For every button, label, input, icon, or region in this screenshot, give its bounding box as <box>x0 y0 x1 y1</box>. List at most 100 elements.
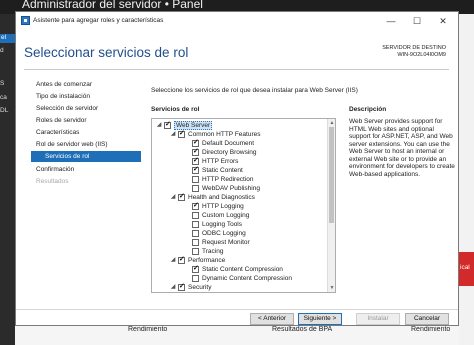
role-service-label: ODBC Logging <box>202 230 246 237</box>
role-service-checkbox[interactable] <box>192 230 199 237</box>
role-service-checkbox[interactable] <box>178 193 185 201</box>
server-manager-right-pane <box>459 14 474 345</box>
tree-row[interactable]: HTTP Errors <box>152 157 327 166</box>
tree-row[interactable]: Default Document <box>152 139 327 148</box>
role-service-label: Request Monitor <box>202 239 250 246</box>
tree-row[interactable]: Request Monitor <box>152 238 327 247</box>
role-services-tree[interactable]: ▲ ▼ ◢Web Server◢Common HTTP FeaturesDefa… <box>151 118 336 293</box>
nav-item-role-services[interactable]: Servicios de rol <box>31 151 141 162</box>
tree-row[interactable]: ◢ Web Server <box>152 121 327 130</box>
role-service-checkbox[interactable] <box>192 212 199 219</box>
tree-row[interactable]: WebDAV Publishing <box>152 184 327 193</box>
tree-row[interactable]: Tracing <box>152 247 327 256</box>
tile-performance-1[interactable]: Rendimiento <box>128 326 167 333</box>
role-service-label: HTTP Logging <box>202 203 244 210</box>
tile-bpa-results[interactable]: Resultados de BPA <box>272 326 332 333</box>
role-service-checkbox[interactable] <box>192 148 199 156</box>
role-service-checkbox[interactable] <box>178 283 185 291</box>
tree-row[interactable]: Static Content Compression <box>152 265 327 274</box>
nav-item-results: Resultados <box>36 178 69 185</box>
tree-row[interactable]: ODBC Logging <box>152 229 327 238</box>
role-service-checkbox[interactable] <box>192 275 199 282</box>
expand-arrow-icon[interactable]: ◢ <box>169 193 177 202</box>
next-button[interactable]: Siguiente > <box>298 313 342 325</box>
nav-item-installation-type[interactable]: Tipo de instalación <box>31 91 141 102</box>
role-service-checkbox[interactable] <box>192 239 199 246</box>
tree-row[interactable]: Custom Logging <box>152 211 327 220</box>
scroll-down-icon[interactable]: ▼ <box>328 284 335 292</box>
server-manager-sidebar: el d S ca DL <box>0 14 15 345</box>
close-icon[interactable]: ✕ <box>432 14 454 28</box>
destination-server: SERVIDOR DE DESTINO WIN-9O2L04I0OM9 <box>356 45 446 59</box>
role-service-label: Custom Logging <box>202 212 250 219</box>
tile-performance-2[interactable]: Rendimiento <box>411 326 450 333</box>
role-service-checkbox[interactable] <box>192 202 199 210</box>
wizard-title: Asistente para agregar roles y caracterí… <box>33 17 164 24</box>
tree-scrollbar[interactable]: ▲ ▼ <box>327 119 335 292</box>
role-service-label: Security <box>188 284 212 291</box>
expand-arrow-icon[interactable]: ◢ <box>169 130 177 139</box>
tree-row[interactable]: Directory Browsing <box>152 148 327 157</box>
nav-item-confirmation[interactable]: Confirmación <box>31 164 141 175</box>
cancel-button[interactable]: Cancelar <box>405 313 449 325</box>
intro-text: Seleccione los servicios de rol que dese… <box>151 87 358 94</box>
role-service-checkbox[interactable] <box>192 176 199 183</box>
role-service-checkbox[interactable] <box>164 121 171 129</box>
role-service-checkbox[interactable] <box>192 248 199 255</box>
role-service-label: Common HTTP Features <box>188 131 261 138</box>
description-text: Web Server provides support for HTML Web… <box>349 118 455 178</box>
sidebar-item-s[interactable]: S <box>0 80 4 87</box>
expand-arrow-icon[interactable]: ◢ <box>155 121 163 130</box>
previous-button[interactable]: < Anterior <box>250 313 294 325</box>
role-service-label: Logging Tools <box>202 221 242 228</box>
nav-item-web-server-role[interactable]: Rol de servidor web (IIS) <box>31 139 141 150</box>
nav-item-features[interactable]: Características <box>31 127 141 138</box>
scroll-up-icon[interactable]: ▲ <box>328 119 335 127</box>
tree-row[interactable]: ◢ Performance <box>152 256 327 265</box>
role-service-checkbox[interactable] <box>192 265 199 273</box>
role-service-label: Default Document <box>202 140 255 147</box>
nav-item-server-selection[interactable]: Selección de servidor <box>31 103 141 114</box>
wizard-app-icon <box>21 16 30 25</box>
expand-arrow-icon[interactable]: ◢ <box>169 283 177 292</box>
add-roles-wizard: Asistente para agregar roles y caracterí… <box>15 11 459 326</box>
critical-badge: ical <box>459 252 474 286</box>
role-service-label: Web Server <box>174 121 213 130</box>
tree-row[interactable]: ◢ Security <box>152 283 327 292</box>
nav-item-server-roles[interactable]: Roles de servidor <box>31 115 141 126</box>
server-manager-title: Administrador del servidor • Panel <box>22 0 203 11</box>
role-service-label: WebDAV Publishing <box>202 185 260 192</box>
role-service-checkbox[interactable] <box>178 256 185 264</box>
role-service-label: Dynamic Content Compression <box>202 275 292 282</box>
role-service-label: Tracing <box>202 248 224 255</box>
role-service-checkbox[interactable] <box>192 139 199 147</box>
expand-arrow-icon[interactable]: ◢ <box>169 256 177 265</box>
role-service-checkbox[interactable] <box>192 166 199 174</box>
scroll-thumb[interactable] <box>329 127 334 223</box>
tree-row[interactable]: Logging Tools <box>152 220 327 229</box>
role-service-checkbox[interactable] <box>192 185 199 192</box>
role-service-checkbox[interactable] <box>192 221 199 228</box>
tree-row[interactable]: Dynamic Content Compression <box>152 274 327 283</box>
nav-item-before-you-begin[interactable]: Antes de comenzar <box>31 79 141 90</box>
sidebar-item-dl[interactable]: DL <box>0 107 8 114</box>
tree-row[interactable]: Static Content <box>152 166 327 175</box>
destination-server-name: WIN-9O2L04I0OM9 <box>397 52 446 58</box>
tree-row[interactable]: HTTP Logging <box>152 202 327 211</box>
role-service-label: Health and Diagnostics <box>188 194 255 201</box>
maximize-icon[interactable]: ☐ <box>406 14 428 28</box>
sidebar-item-local[interactable]: d <box>0 47 4 54</box>
role-service-checkbox[interactable] <box>178 130 185 138</box>
sidebar-item-panel[interactable]: el <box>0 34 15 43</box>
sidebar-item-ca[interactable]: ca <box>0 94 7 101</box>
page-title: Seleccionar servicios de rol <box>24 45 189 60</box>
minimize-icon[interactable]: — <box>380 14 402 28</box>
tree-row[interactable]: ◢ Health and Diagnostics <box>152 193 327 202</box>
header-divider <box>24 69 449 70</box>
role-service-label: Static Content <box>202 167 243 174</box>
server-manager-bottom <box>15 326 459 345</box>
tree-row[interactable]: ◢ Common HTTP Features <box>152 130 327 139</box>
tree-row[interactable]: HTTP Redirection <box>152 175 327 184</box>
install-button: Instalar <box>356 313 400 325</box>
role-service-checkbox[interactable] <box>192 157 199 165</box>
